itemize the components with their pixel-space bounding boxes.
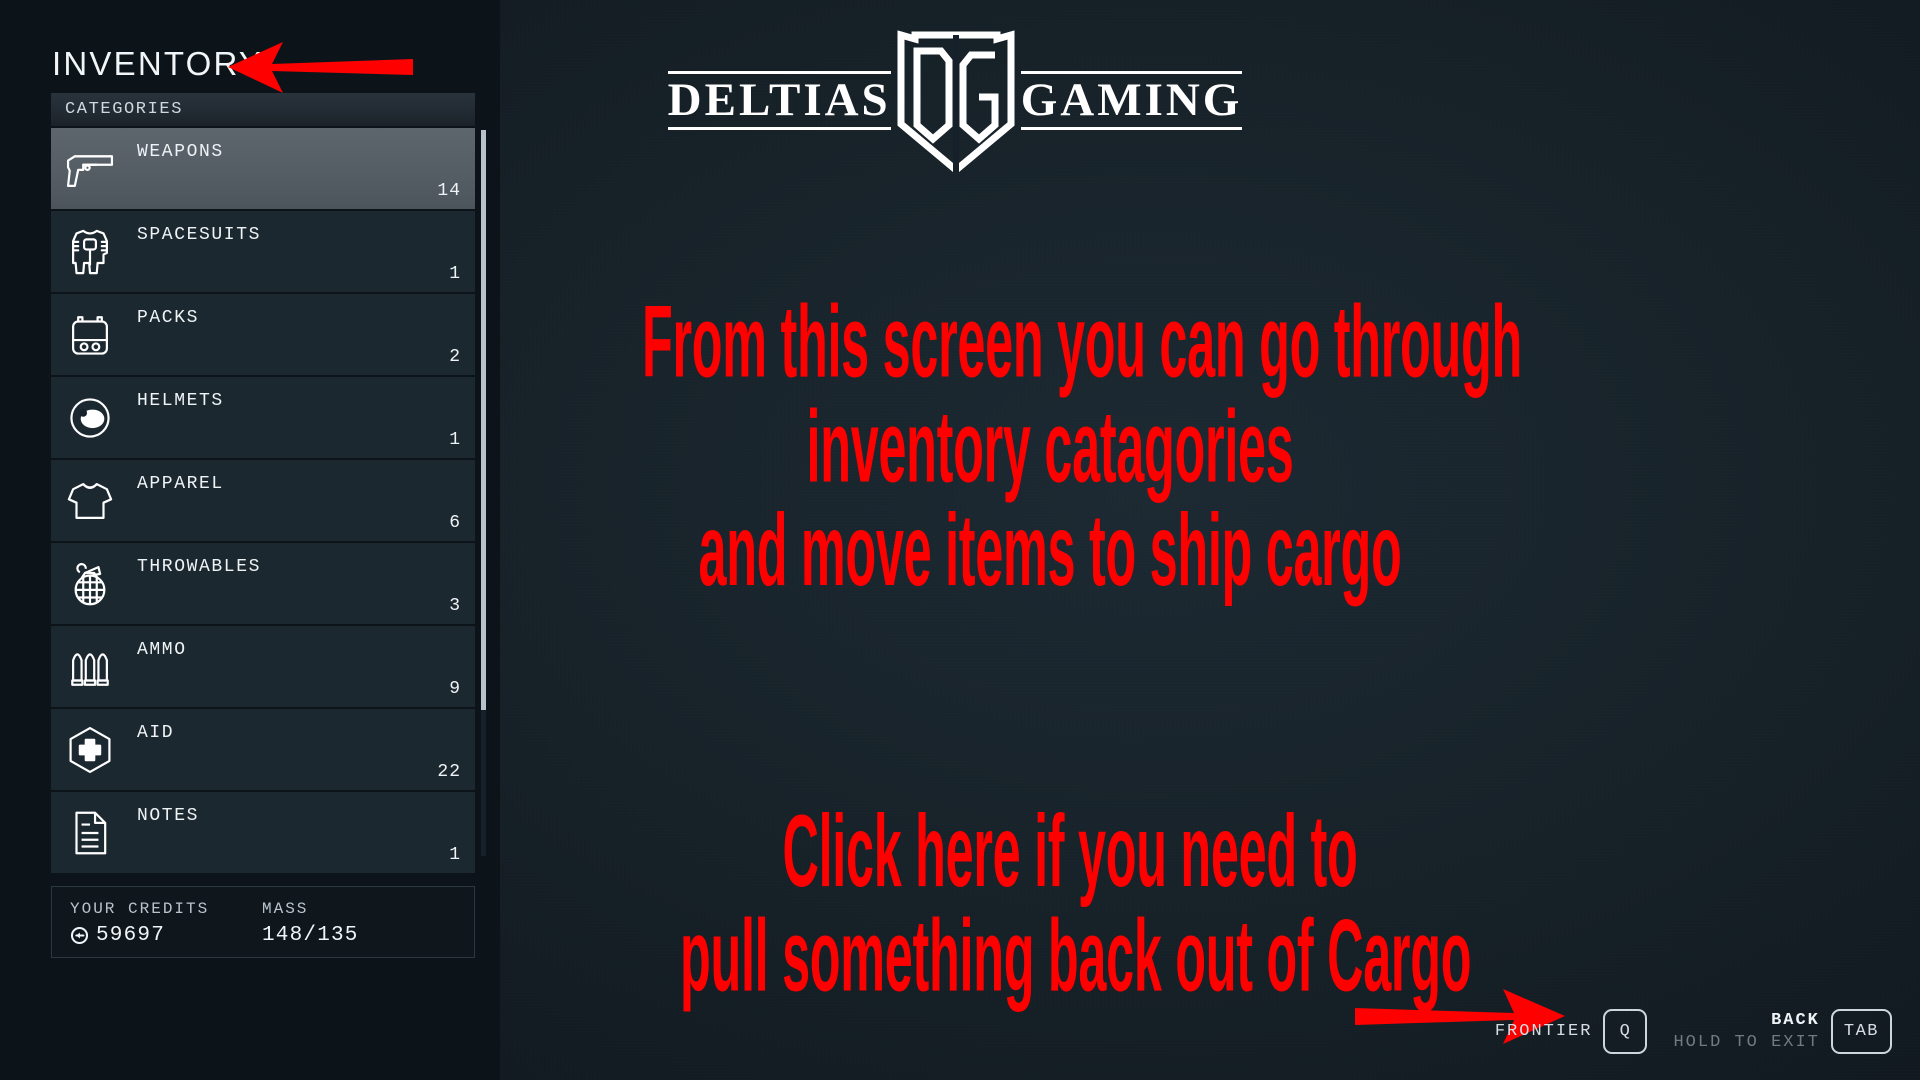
annotation-line: pull something back out of Cargo [680, 897, 1472, 1013]
category-count: 9 [449, 679, 461, 699]
pistol-icon [59, 138, 121, 200]
control-bar: FRONTIER Q BACK HOLD TO EXIT TAB [1495, 1002, 1892, 1060]
category-row-apparel[interactable]: APPAREL 6 [51, 460, 475, 543]
category-label: NOTES [137, 806, 200, 826]
category-label: HELMETS [137, 391, 224, 411]
category-row-notes[interactable]: NOTES 1 [51, 792, 475, 875]
mass-value: 148/135 [262, 924, 359, 947]
annotation-text-top: From this screen you can go through inve… [642, 283, 1522, 608]
category-scrollbar[interactable] [481, 130, 486, 856]
hold-to-exit-hint: HOLD TO EXIT [1673, 1032, 1820, 1052]
note-icon [59, 802, 121, 864]
category-count: 6 [449, 513, 461, 533]
spacesuit-icon [59, 221, 121, 283]
tshirt-icon [59, 470, 121, 532]
credits-amount: 59697 [96, 924, 166, 947]
category-label: PACKS [137, 308, 200, 328]
category-count: 3 [449, 596, 461, 616]
frontier-keycap[interactable]: Q [1603, 1008, 1648, 1054]
categories-header-label: CATEGORIES [65, 100, 184, 119]
credits-block: YOUR CREDITS 59697 [70, 900, 209, 947]
helmet-icon [59, 387, 121, 449]
category-count: 1 [449, 430, 461, 450]
grenade-icon [59, 553, 121, 615]
category-label: AMMO [137, 640, 187, 660]
category-list[interactable]: WEAPONS 14 SPACESUITS 1 PACKS 2 HELMETS 1 APPARE… [51, 128, 475, 875]
annotation-line: From this screen you can go through [642, 283, 1522, 399]
category-label: AID [137, 723, 175, 743]
logo-word-deltias: DELTIAS [667, 71, 891, 130]
category-count: 1 [449, 845, 461, 865]
category-row-helmets[interactable]: HELMETS 1 [51, 377, 475, 460]
category-count: 14 [437, 181, 461, 201]
mass-block: MASS 148/135 [262, 900, 359, 947]
deltias-gaming-logo: DELTIAS GAMING [667, 28, 1243, 173]
frontier-control[interactable]: FRONTIER Q [1494, 1008, 1648, 1054]
frontier-label: FRONTIER [1494, 1021, 1593, 1041]
category-label: APPAREL [137, 474, 224, 494]
category-label: WEAPONS [137, 142, 224, 162]
category-count: 2 [449, 347, 461, 367]
credits-mass-panel: YOUR CREDITS 59697 MASS 148/135 [51, 886, 475, 958]
medkit-icon [59, 719, 121, 781]
categories-header: CATEGORIES [51, 93, 475, 126]
bullets-icon [59, 636, 121, 698]
backpack-icon [59, 304, 121, 366]
category-row-spacesuits[interactable]: SPACESUITS 1 [51, 211, 475, 294]
credits-value-row: 59697 [70, 924, 209, 947]
annotation-line: inventory catagories [806, 388, 1294, 503]
dg-shield-icon [897, 30, 1015, 172]
back-keycap[interactable]: TAB [1830, 1008, 1892, 1054]
annotation-arrow-inventory [228, 42, 413, 93]
category-label: THROWABLES [137, 557, 262, 577]
category-row-throwables[interactable]: THROWABLES 3 [51, 543, 475, 626]
category-scrollbar-thumb[interactable] [481, 130, 486, 710]
credits-label: YOUR CREDITS [70, 900, 210, 918]
category-label: SPACESUITS [137, 225, 262, 245]
category-row-ammo[interactable]: AMMO 9 [51, 626, 475, 709]
annotation-text-bottom: Click here if you need to pull something… [680, 793, 1472, 1013]
category-count: 22 [437, 762, 461, 782]
inventory-panel: INVENTORY CATEGORIES WEAPONS 14 SPACESUITS… [0, 0, 500, 1080]
category-row-packs[interactable]: PACKS 2 [51, 294, 475, 377]
back-control[interactable]: BACK HOLD TO EXIT TAB [1673, 1008, 1892, 1054]
credit-icon [70, 926, 89, 945]
category-row-aid[interactable]: AID 22 [51, 709, 475, 792]
mass-label: MASS [262, 900, 309, 918]
logo-word-gaming: GAMING [1020, 71, 1243, 130]
back-label-stack: BACK HOLD TO EXIT [1673, 1011, 1819, 1052]
back-label: BACK [1771, 1010, 1820, 1030]
category-row-weapons[interactable]: WEAPONS 14 [51, 128, 475, 211]
category-count: 1 [449, 264, 461, 284]
annotation-line: and move items to ship cargo [698, 492, 1402, 608]
annotation-line: Click here if you need to [782, 793, 1358, 908]
